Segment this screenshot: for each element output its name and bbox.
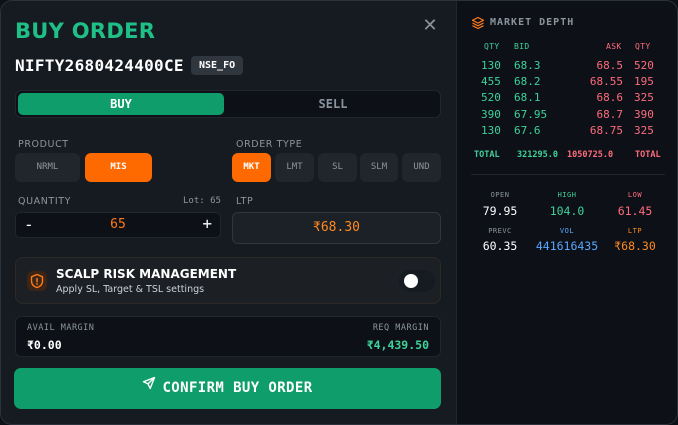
bid-qty-cell: 130 xyxy=(481,123,501,137)
scalp-title: SCALP RISK MANAGEMENT xyxy=(56,267,237,281)
order-type-label: ORDER TYPE xyxy=(236,139,303,150)
total-ask-label: TOTAL xyxy=(635,150,661,160)
order-panel: BUY ORDER ✕ NIFTY2680424400CE NSE_FO BUY… xyxy=(1,1,456,424)
ask-price-cell: 68.7 xyxy=(596,107,624,121)
total-bid-label: TOTAL xyxy=(474,150,500,160)
high-value: 104.0 xyxy=(549,204,585,218)
req-margin-value: ₹4,439.50 xyxy=(366,338,429,352)
quantity-increment-button[interactable]: + xyxy=(202,214,212,233)
product-nrml-button[interactable]: NRML xyxy=(15,153,80,182)
lot-size: Lot: 65 xyxy=(183,196,221,206)
confirm-label: CONFIRM BUY ORDER xyxy=(162,380,313,396)
low-value: 61.45 xyxy=(617,204,653,218)
ask-qty-header: QTY xyxy=(635,42,651,51)
depth-row: 455 68.2 68.55 195 xyxy=(457,75,677,91)
ask-header: ASK xyxy=(606,42,622,51)
depth-row: 130 68.3 68.5 520 xyxy=(457,59,677,75)
buy-order-window: BUY ORDER ✕ NIFTY2680424400CE NSE_FO BUY… xyxy=(0,0,678,425)
bid-qty-cell: 390 xyxy=(481,107,501,121)
open-value: 79.95 xyxy=(482,204,518,218)
market-depth-title: MARKET DEPTH xyxy=(490,17,575,28)
order-type-sl-button[interactable]: SL xyxy=(318,153,357,182)
avail-margin-label: AVAIL MARGIN xyxy=(27,323,95,333)
scalp-toggle-switch[interactable] xyxy=(399,270,435,292)
bid-price-cell: 67.6 xyxy=(514,123,541,137)
bid-qty-header: QTY xyxy=(484,42,500,51)
vol-value: 441616435 xyxy=(535,239,599,253)
exchange-badge: NSE_FO xyxy=(191,56,244,75)
ltp-stat-value: ₹68.30 xyxy=(614,239,656,253)
ltp-value: ₹68.30 xyxy=(232,212,441,244)
order-type-mkt-button[interactable]: MKT xyxy=(232,153,271,182)
depth-row: 390 67.95 68.7 390 xyxy=(457,107,677,124)
quantity-label: QUANTITY xyxy=(18,196,72,207)
instrument-symbol: NIFTY2680424400CE xyxy=(15,56,184,75)
ask-qty-cell: 195 xyxy=(634,75,654,89)
ask-qty-cell: 390 xyxy=(634,107,654,121)
ltp-label: LTP xyxy=(236,196,254,207)
bid-price-cell: 68.3 xyxy=(514,59,541,72)
switch-knob xyxy=(404,274,418,288)
buy-tab[interactable]: BUY xyxy=(18,93,224,115)
open-label: OPEN xyxy=(490,191,510,199)
depth-divider xyxy=(471,174,665,175)
high-label: HIGH xyxy=(557,191,577,199)
side-toggle: BUY SELL xyxy=(15,90,441,118)
avail-margin-value: ₹0.00 xyxy=(27,338,62,352)
quantity-input[interactable]: 65 xyxy=(16,217,220,232)
ask-qty-cell: 325 xyxy=(634,123,654,137)
bid-qty-cell: 520 xyxy=(481,91,501,105)
ask-qty-cell: 325 xyxy=(634,91,654,105)
product-label: PRODUCT xyxy=(18,139,69,150)
ltp-stat-label: LTP xyxy=(627,227,643,235)
order-type-und-button[interactable]: UND xyxy=(402,153,441,182)
sell-tab[interactable]: SELL xyxy=(228,93,438,115)
scalp-risk-panel: SCALP RISK MANAGEMENT Apply SL, Target &… xyxy=(15,257,441,304)
prevc-value: 60.35 xyxy=(482,239,518,253)
order-type-slm-button[interactable]: SLM xyxy=(360,153,398,182)
quantity-stepper: - 65 + xyxy=(15,212,221,238)
prevc-label: PREVC xyxy=(488,227,512,235)
depth-row: 130 67.6 68.75 325 xyxy=(457,123,677,140)
ask-price-cell: 68.5 xyxy=(596,59,624,72)
ask-qty-cell: 520 xyxy=(634,59,654,72)
ask-price-cell: 68.6 xyxy=(596,91,624,105)
shield-alert-icon xyxy=(27,271,47,291)
layers-icon xyxy=(471,15,485,34)
bid-header: BID xyxy=(514,42,530,51)
ask-price-cell: 68.55 xyxy=(589,75,623,89)
low-label: LOW xyxy=(627,191,643,199)
total-bid-value: 321295.0 xyxy=(517,150,558,160)
scalp-subtitle: Apply SL, Target & TSL settings xyxy=(56,284,205,295)
vol-label: VOL xyxy=(559,227,575,235)
page-title: BUY ORDER xyxy=(15,19,156,43)
order-type-lmt-button[interactable]: LMT xyxy=(275,153,314,182)
margin-summary: AVAIL MARGIN ₹0.00 REQ MARGIN ₹4,439.50 xyxy=(15,316,441,357)
req-margin-label: REQ MARGIN xyxy=(372,323,429,333)
close-icon[interactable]: ✕ xyxy=(421,17,439,35)
confirm-buy-button[interactable]: CONFIRM BUY ORDER xyxy=(14,368,441,409)
bid-qty-cell: 130 xyxy=(481,59,501,72)
send-icon xyxy=(142,366,156,407)
market-depth-panel: MARKET DEPTH QTY BID ASK QTY 130 68.3 68.5… xyxy=(456,1,677,424)
ask-price-cell: 68.75 xyxy=(589,123,623,137)
bid-qty-cell: 455 xyxy=(481,75,501,89)
bid-price-cell: 68.2 xyxy=(514,75,541,89)
bid-price-cell: 68.1 xyxy=(514,91,541,105)
product-mis-button[interactable]: MIS xyxy=(85,153,152,182)
bid-price-cell: 67.95 xyxy=(514,107,548,121)
depth-row: 520 68.1 68.6 325 xyxy=(457,91,677,107)
total-ask-value: 1050725.0 xyxy=(567,150,614,160)
